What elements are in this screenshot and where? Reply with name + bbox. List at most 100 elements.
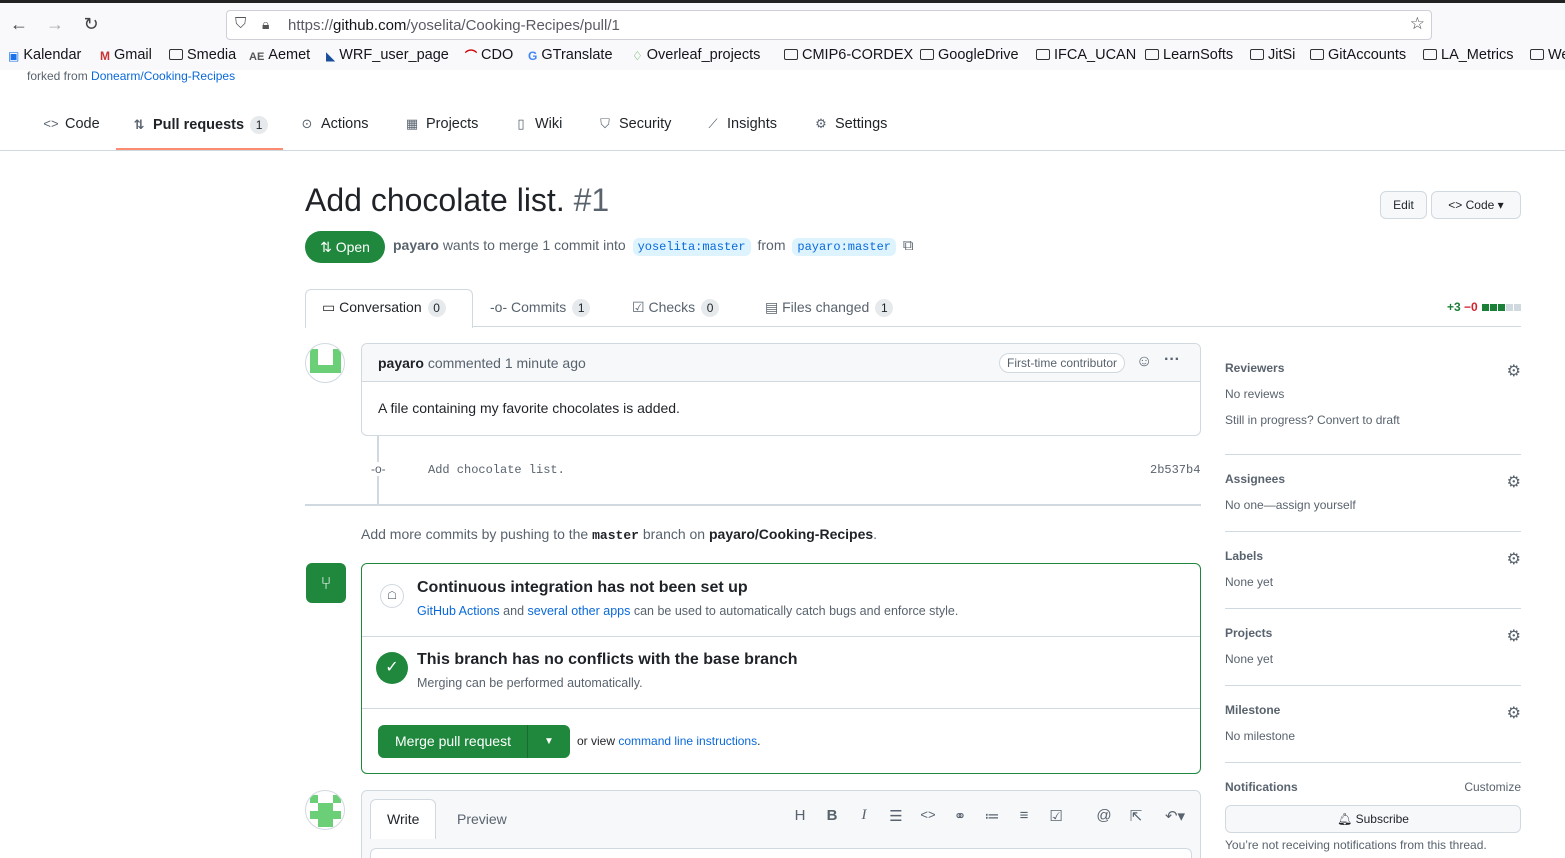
bookmark-kalendar[interactable]: ▣ Kalendar bbox=[8, 47, 81, 63]
tab-checks[interactable]: ☑ Checks 0 bbox=[632, 299, 720, 317]
code-dropdown-button[interactable]: <> Code ▾ bbox=[1431, 191, 1521, 219]
convert-to-draft-link[interactable]: Still in progress? Convert to draft bbox=[1225, 413, 1400, 427]
assign-yourself-link[interactable]: No one—assign yourself bbox=[1225, 498, 1356, 512]
labels-section: Labels ⚙ None yet bbox=[1225, 549, 1521, 609]
conflict-section: This branch has no conflicts with the ba… bbox=[362, 637, 1200, 709]
bulleted-list-icon[interactable]: ≔ bbox=[982, 807, 1002, 825]
tab-settings[interactable]: ⚙ Settings bbox=[813, 116, 887, 132]
gear-icon[interactable]: ⚙ bbox=[1507, 703, 1521, 723]
bookmark-star-icon[interactable]: ☆ bbox=[1410, 14, 1425, 34]
conflict-subtitle: Merging can be performed automatically. bbox=[417, 676, 643, 690]
folder-icon bbox=[169, 49, 183, 60]
bookmark-we[interactable]: We bbox=[1530, 47, 1565, 63]
tab-code[interactable]: <> Code bbox=[43, 116, 99, 132]
back-icon[interactable]: ← bbox=[7, 12, 31, 36]
conversation-counter: 0 bbox=[427, 299, 446, 317]
reload-icon[interactable]: ↻ bbox=[79, 12, 103, 36]
tab-projects[interactable]: ▦ Projects bbox=[404, 116, 479, 132]
link-icon[interactable]: ⚭ bbox=[950, 807, 970, 825]
assignees-heading[interactable]: Assignees bbox=[1225, 472, 1285, 486]
ci-title: Continuous integration has not been set … bbox=[417, 579, 748, 596]
edit-button[interactable]: Edit bbox=[1380, 191, 1427, 219]
avatar[interactable] bbox=[305, 343, 345, 383]
gear-icon[interactable]: ⚙ bbox=[1507, 549, 1521, 569]
gear-icon[interactable]: ⚙ bbox=[1507, 472, 1521, 492]
bold-icon[interactable]: B bbox=[822, 807, 842, 824]
cross-reference-icon[interactable]: ⇱ bbox=[1126, 807, 1146, 825]
milestone-heading[interactable]: Milestone bbox=[1225, 703, 1280, 717]
smiley-icon[interactable]: ☺ bbox=[1136, 353, 1152, 371]
comment-timestamp[interactable]: commented 1 minute ago bbox=[428, 355, 586, 371]
bookmark-lametrics[interactable]: LA_Metrics bbox=[1423, 47, 1514, 63]
tab-insights[interactable]: ⟋ Insights bbox=[705, 116, 777, 132]
merge-options-caret-icon[interactable]: ▼ bbox=[528, 725, 570, 758]
command-line-link[interactable]: command line instructions bbox=[618, 734, 757, 748]
bookmark-cmip6[interactable]: CMIP6-CORDEX bbox=[784, 47, 913, 63]
avatar[interactable] bbox=[305, 790, 345, 830]
pr-title: Add chocolate list. #1 bbox=[305, 182, 610, 218]
projects-heading[interactable]: Projects bbox=[1225, 626, 1272, 640]
url-text[interactable]: https://github.com/yoselita/Cooking-Reci… bbox=[288, 17, 620, 34]
check-icon: ✓ bbox=[376, 652, 408, 684]
commits-counter: 1 bbox=[572, 299, 591, 317]
comment-author[interactable]: payaro bbox=[378, 355, 424, 371]
bookmark-jitsi[interactable]: JitSi bbox=[1250, 47, 1295, 63]
italic-icon[interactable]: I bbox=[854, 807, 874, 824]
bookmark-gmail[interactable]: M Gmail bbox=[100, 47, 152, 63]
bookmark-overleaf[interactable]: ♢ Overleaf_projects bbox=[632, 47, 760, 63]
gear-icon: ⚙ bbox=[815, 116, 827, 131]
tab-wiki[interactable]: ▯ Wiki bbox=[513, 116, 562, 132]
reply-icon[interactable]: ↶▾ bbox=[1160, 807, 1190, 825]
copy-icon[interactable]: ⧉ bbox=[903, 237, 914, 254]
commit-sha[interactable]: 2b537b4 bbox=[1150, 463, 1200, 477]
folder-icon bbox=[1530, 49, 1544, 60]
write-tab[interactable]: Write bbox=[387, 811, 419, 827]
bookmark-gtranslate[interactable]: G GTranslate bbox=[528, 47, 613, 63]
bookmark-googledrive[interactable]: GoogleDrive bbox=[920, 47, 1019, 63]
customize-link[interactable]: Customize bbox=[1464, 780, 1521, 794]
gear-icon[interactable]: ⚙ bbox=[1507, 626, 1521, 646]
quote-icon[interactable]: ☰ bbox=[886, 807, 906, 825]
task-list-icon[interactable]: ☑ bbox=[1046, 807, 1066, 825]
comment-textarea[interactable] bbox=[370, 848, 1192, 858]
other-apps-link[interactable]: several other apps bbox=[528, 604, 631, 618]
tab-files-changed[interactable]: ▤ Files changed 1 bbox=[765, 299, 894, 317]
bookmark-ifca[interactable]: IFCA_UCAN bbox=[1036, 47, 1136, 63]
lock-icon[interactable]: 🔒︎ bbox=[262, 16, 269, 33]
code-icon[interactable]: <> bbox=[918, 807, 938, 822]
merge-pull-request-button[interactable]: Merge pull request bbox=[378, 725, 528, 758]
address-bar[interactable]: ⛉ 🔒︎ https://github.com/yoselita/Cooking… bbox=[226, 10, 1432, 40]
base-branch[interactable]: yoselita:master bbox=[632, 238, 751, 256]
folder-icon bbox=[1310, 49, 1324, 60]
mention-icon[interactable]: @ bbox=[1094, 807, 1114, 824]
tab-commits[interactable]: -o- Commits 1 bbox=[490, 299, 591, 317]
tab-security[interactable]: ⛉ Security bbox=[597, 116, 671, 132]
preview-tab[interactable]: Preview bbox=[457, 811, 507, 827]
bookmark-gitaccounts[interactable]: GitAccounts bbox=[1310, 47, 1406, 63]
heading-icon[interactable]: H bbox=[790, 807, 810, 824]
bookmark-aemet[interactable]: AE Aemet bbox=[249, 47, 310, 63]
shield-icon[interactable]: ⛉ bbox=[235, 15, 246, 32]
bell-icon: 🔔︎ bbox=[1337, 812, 1353, 826]
state-badge: ⇅ Open bbox=[305, 231, 385, 263]
gear-icon[interactable]: ⚙ bbox=[1507, 361, 1521, 381]
author-link[interactable]: payaro bbox=[393, 237, 439, 253]
forward-icon[interactable]: → bbox=[43, 12, 67, 36]
bookmark-wrf[interactable]: ◣ WRF_user_page bbox=[326, 47, 449, 63]
numbered-list-icon[interactable]: ≡ bbox=[1014, 807, 1034, 824]
tab-conversation[interactable]: ▭ Conversation 0 bbox=[322, 299, 446, 317]
subscribe-button[interactable]: 🔔︎ Subscribe bbox=[1225, 805, 1521, 833]
bookmark-smedia[interactable]: Smedia bbox=[169, 47, 236, 63]
tab-pull-requests[interactable]: ⇅ Pull requests 1 bbox=[131, 116, 269, 134]
head-branch[interactable]: payaro:master bbox=[792, 238, 896, 256]
commit-message[interactable]: Add chocolate list. bbox=[428, 463, 565, 477]
github-actions-link[interactable]: GitHub Actions bbox=[417, 604, 500, 618]
cli-hint: or view command line instructions. bbox=[577, 734, 761, 748]
tab-actions[interactable]: ⊙ Actions bbox=[299, 116, 369, 132]
bookmark-cdo[interactable]: ⌒ CDO bbox=[465, 47, 513, 64]
bookmark-learnsofts[interactable]: LearnSofts bbox=[1145, 47, 1233, 63]
labels-heading[interactable]: Labels bbox=[1225, 549, 1263, 563]
reviewers-heading[interactable]: Reviewers bbox=[1225, 361, 1284, 375]
forked-repo-link[interactable]: Donearm/Cooking-Recipes bbox=[91, 69, 235, 83]
kebab-menu-icon[interactable]: ··· bbox=[1164, 351, 1180, 369]
